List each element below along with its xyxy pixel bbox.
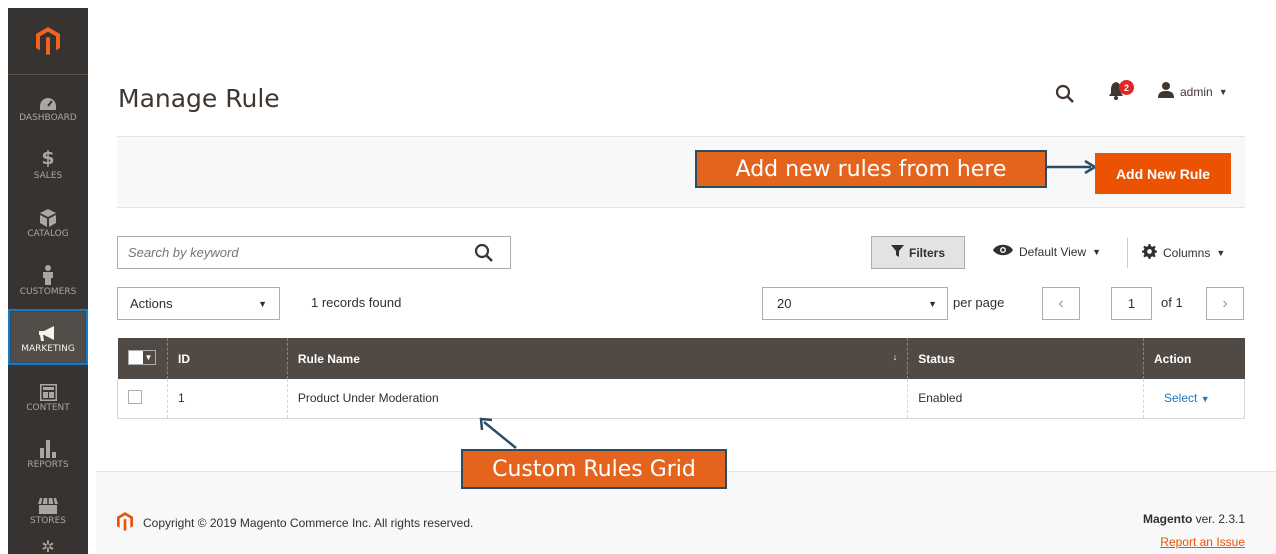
caret-down-icon: ▼ xyxy=(1200,394,1210,405)
sidebar-item-more[interactable]: ✲ xyxy=(8,538,88,554)
sidebar-item-label: REPORTS xyxy=(27,459,69,470)
per-page-select[interactable]: 20 ▼ xyxy=(762,287,948,320)
search-icon[interactable] xyxy=(474,243,494,266)
sidebar-item-label: SALES xyxy=(33,170,63,181)
mass-select-checkbox[interactable]: ▼ xyxy=(127,350,156,365)
version-info: Magento ver. 2.3.1 xyxy=(1143,512,1245,526)
keyword-search xyxy=(117,236,511,269)
sort-arrow-icon: ↓ xyxy=(892,351,898,362)
sidebar-item-reports[interactable]: REPORTS xyxy=(8,425,88,480)
chevron-down-icon: ▼ xyxy=(1218,86,1228,97)
per-page-label: per page xyxy=(953,295,1005,310)
row-action-label: Select xyxy=(1164,391,1198,406)
bar-chart-icon xyxy=(40,436,56,458)
sidebar-item-label: CATALOG xyxy=(27,228,69,239)
funnel-icon xyxy=(890,245,904,260)
catalog-box-icon xyxy=(40,205,56,227)
page-title: Manage Rule xyxy=(118,84,280,113)
magento-logo[interactable] xyxy=(8,8,88,75)
sidebar-item-label: CONTENT xyxy=(26,402,70,413)
eye-icon xyxy=(993,244,1013,259)
user-icon xyxy=(1158,82,1174,101)
brand-name: Magento xyxy=(1142,512,1193,526)
sidebar-item-content[interactable]: CONTENT xyxy=(8,368,88,423)
store-icon xyxy=(38,492,58,514)
dollar-icon: $ xyxy=(41,146,55,169)
sidebar-item-stores[interactable]: STORES xyxy=(8,481,88,536)
add-new-rule-button[interactable]: Add New Rule xyxy=(1095,153,1231,194)
cell-id: 1 xyxy=(166,379,288,419)
user-menu[interactable]: admin ▼ xyxy=(1158,82,1228,101)
chevron-left-icon: ‹ xyxy=(1058,294,1064,312)
copyright-text: Copyright © 2019 Magento Commerce Inc. A… xyxy=(143,516,474,530)
megaphone-icon xyxy=(38,320,58,342)
records-found-text: 1 records found xyxy=(311,295,402,310)
columns-dropdown[interactable]: Columns ▼ xyxy=(1142,244,1225,262)
notification-badge: 2 xyxy=(1119,80,1134,95)
filters-button[interactable]: Filters xyxy=(871,236,965,269)
actions-label: Actions xyxy=(130,296,173,311)
sidebar-item-customers[interactable]: CUSTOMERS xyxy=(8,252,88,307)
columns-label: Columns xyxy=(1163,246,1211,260)
cell-status: Enabled xyxy=(907,379,1144,419)
table-row[interactable]: 1 Product Under Moderation Enabled Selec… xyxy=(117,379,1245,419)
row-select-cell xyxy=(117,379,168,419)
copyright: Copyright © 2019 Magento Commerce Inc. A… xyxy=(117,512,473,534)
rules-grid: ▼ ID Rule Name ↓ Status Action 1 Product… xyxy=(117,338,1245,419)
sidebar-item-label: STORES xyxy=(30,515,66,526)
sidebar-item-label: CUSTOMERS xyxy=(19,286,77,297)
column-header-rule-name[interactable]: Rule Name ↓ xyxy=(286,338,908,379)
mass-actions-select[interactable]: Actions ▼ xyxy=(117,287,280,320)
page-number-input[interactable]: 1 xyxy=(1111,287,1152,320)
sidebar-item-sales[interactable]: $ SALES xyxy=(8,136,88,191)
chevron-down-icon: ▼ xyxy=(928,298,937,309)
default-view-dropdown[interactable]: Default View ▼ xyxy=(993,244,1101,259)
row-action-select[interactable]: Select ▼ xyxy=(1164,391,1210,405)
sidebar-item-catalog[interactable]: CATALOG xyxy=(8,194,88,249)
magento-logo-icon xyxy=(117,512,133,534)
sidebar-item-label: DASHBOARD xyxy=(19,112,77,123)
grid-header-row: ▼ ID Rule Name ↓ Status Action xyxy=(117,338,1245,379)
admin-sidebar: DASHBOARD $ SALES CATALOG CUSTOMERS MARK… xyxy=(8,8,88,554)
chevron-down-icon: ▼ xyxy=(1216,248,1226,258)
customer-icon xyxy=(42,263,54,285)
cell-action: Select ▼ xyxy=(1143,379,1245,419)
filters-label: Filters xyxy=(908,245,945,260)
select-all-header[interactable]: ▼ xyxy=(117,338,168,379)
toolbar-divider xyxy=(1127,238,1128,268)
chevron-down-icon: ▼ xyxy=(142,351,155,364)
annotation-callout: Add new rules from here xyxy=(695,150,1047,188)
row-checkbox[interactable] xyxy=(128,389,142,404)
chevron-down-icon: ▼ xyxy=(1092,246,1102,257)
column-header-id[interactable]: ID xyxy=(166,338,288,379)
annotation-arrow-icon xyxy=(479,417,517,449)
content-icon xyxy=(39,379,57,401)
chevron-down-icon: ▼ xyxy=(258,298,267,309)
sidebar-item-dashboard[interactable]: DASHBOARD xyxy=(8,78,88,133)
annotation-arrow-icon xyxy=(1047,160,1097,174)
next-page-button[interactable]: › xyxy=(1206,287,1244,320)
search-input[interactable] xyxy=(118,237,458,268)
cell-rule-name: Product Under Moderation xyxy=(286,379,908,419)
column-header-action: Action xyxy=(1143,338,1245,379)
per-page-value: 20 xyxy=(777,296,792,311)
report-issue-link[interactable]: Report an Issue xyxy=(1160,535,1245,549)
sidebar-item-label: MARKETING xyxy=(21,344,75,354)
user-name: admin xyxy=(1180,84,1213,99)
gear-icon: ✲ xyxy=(41,539,55,554)
default-view-label: Default View xyxy=(1019,244,1087,259)
column-header-status[interactable]: Status xyxy=(907,338,1144,379)
version-text: ver. 2.3.1 xyxy=(1192,512,1245,526)
dashboard-icon xyxy=(39,89,57,111)
page-total-text: of 1 xyxy=(1161,295,1183,310)
annotation-callout: Custom Rules Grid xyxy=(461,449,727,489)
search-icon[interactable] xyxy=(1055,84,1075,107)
chevron-right-icon: › xyxy=(1222,294,1228,312)
gear-icon xyxy=(1142,244,1157,262)
previous-page-button[interactable]: ‹ xyxy=(1042,287,1080,320)
column-header-label: Rule Name xyxy=(297,351,360,366)
sidebar-item-marketing[interactable]: MARKETING xyxy=(8,309,88,365)
